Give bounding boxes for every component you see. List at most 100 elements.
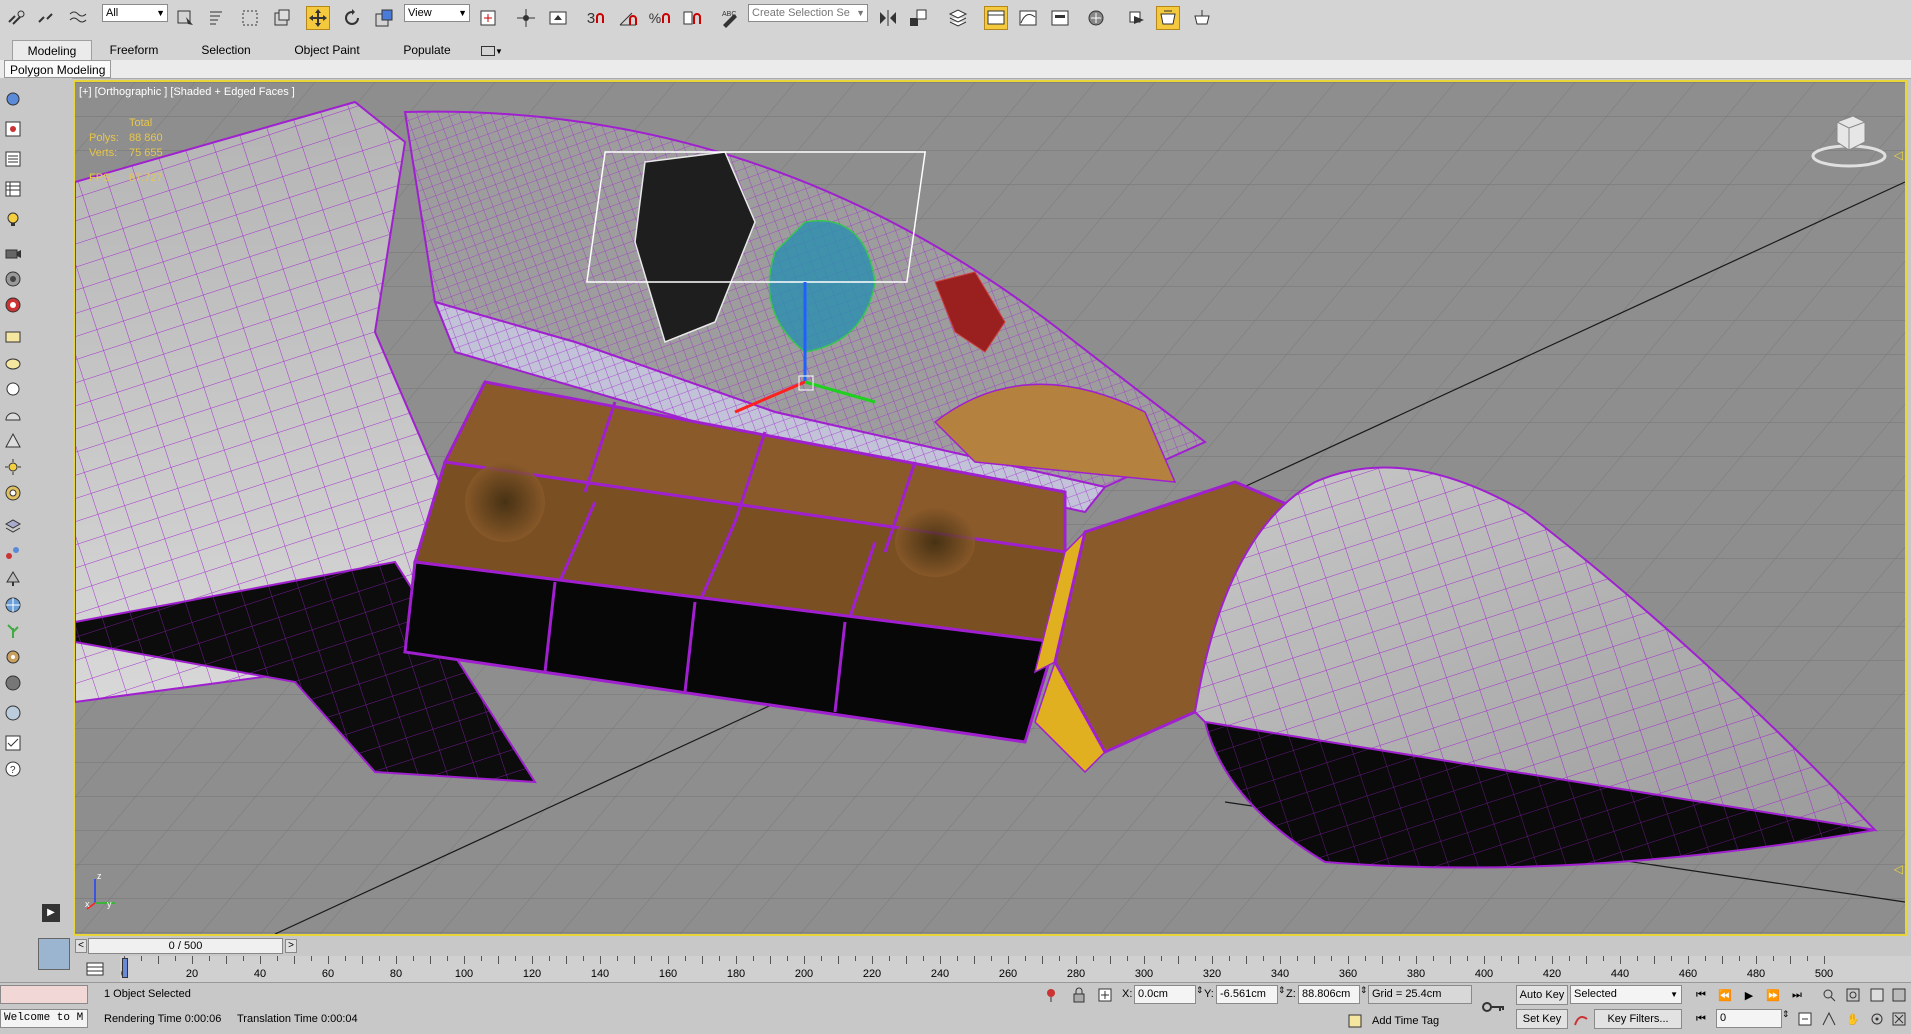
spinner-snap-icon[interactable] (680, 6, 704, 30)
x-coordinate-field[interactable]: 0.0cm (1134, 985, 1196, 1004)
time-slider-thumb[interactable]: 0 / 500 (88, 938, 283, 954)
curve-icon[interactable] (1570, 1009, 1592, 1029)
x-spinner-icon[interactable]: ⇕ (1196, 985, 1204, 996)
select-and-scale-icon[interactable] (372, 6, 396, 30)
dome-icon[interactable] (2, 404, 24, 426)
key-filters-button[interactable]: Key Filters... (1594, 1009, 1682, 1029)
gear-icon[interactable] (2, 646, 24, 668)
tree-icon[interactable] (2, 568, 24, 590)
field-of-view-icon[interactable] (1818, 1009, 1840, 1029)
tab-populate[interactable]: Populate (392, 40, 462, 60)
pivot-center-icon[interactable] (476, 6, 500, 30)
edit-named-selection-icon[interactable]: ABC (718, 6, 742, 30)
absolute-mode-icon[interactable] (1094, 985, 1116, 1005)
camera-icon[interactable] (2, 242, 24, 264)
y-spinner-icon[interactable]: ⇕ (1278, 985, 1286, 996)
helper-icon[interactable] (2, 672, 24, 694)
film-icon[interactable] (2, 294, 24, 316)
bind-space-warp-icon[interactable] (66, 6, 90, 30)
render-setup-icon[interactable] (1124, 6, 1148, 30)
next-frame-icon[interactable]: ⏩ (1762, 985, 1784, 1005)
selection-lock-icon[interactable] (1068, 985, 1090, 1005)
time-configuration-icon[interactable] (1794, 1009, 1816, 1029)
key-icon[interactable] (1480, 997, 1508, 1017)
auto-key-button[interactable]: Auto Key (1516, 985, 1568, 1005)
named-selection-dropdown[interactable]: Create Selection Se ▼ (748, 4, 868, 22)
globe-small-icon[interactable] (2, 702, 24, 724)
key-mode-dropdown[interactable]: Selected ▼ (1570, 985, 1682, 1004)
link-icon[interactable] (4, 6, 28, 30)
checklist-icon[interactable] (2, 732, 24, 754)
viewport-rotate-icon[interactable] (2, 88, 24, 110)
time-slider[interactable]: < 0 / 500 > (73, 938, 1907, 954)
polygon-modeling-tab[interactable]: Polygon Modeling (4, 60, 112, 78)
tab-selection[interactable]: Selection (188, 40, 264, 60)
box-stack-icon[interactable] (2, 516, 24, 538)
selection-filter-dropdown[interactable]: All ▼ (102, 4, 168, 22)
particles-icon[interactable] (2, 542, 24, 564)
material-editor-icon[interactable] (1084, 6, 1108, 30)
select-object-icon[interactable] (174, 6, 198, 30)
grid-panel-icon[interactable] (2, 178, 24, 200)
zoom-all-icon[interactable] (1842, 985, 1864, 1005)
time-slider-prev-button[interactable]: < (75, 939, 87, 953)
sphere-shape-icon[interactable] (2, 378, 24, 400)
trackbar-mini-curve-button[interactable] (84, 958, 106, 980)
isolate-selection-icon[interactable] (1040, 985, 1062, 1005)
window-crossing-icon[interactable] (270, 6, 294, 30)
globe-icon[interactable] (2, 594, 24, 616)
list-panel-icon[interactable] (2, 148, 24, 170)
previous-frame-icon[interactable]: ⏪ (1714, 985, 1736, 1005)
ribbon-options-button[interactable]: ▼ (478, 40, 506, 60)
schematic-view-icon[interactable] (1048, 6, 1072, 30)
sphere-icon[interactable] (2, 268, 24, 290)
play-icon[interactable]: ▶ (1738, 985, 1760, 1005)
add-time-tag[interactable]: Add Time Tag (1372, 1015, 1439, 1027)
snaps-toggle-icon[interactable]: 3 (584, 6, 608, 30)
align-icon[interactable] (906, 6, 930, 30)
curve-editor-icon[interactable] (1016, 6, 1040, 30)
zoom-extents-all-icon[interactable] (1888, 985, 1910, 1005)
sun-icon[interactable] (2, 456, 24, 478)
tab-modeling[interactable]: Modeling (12, 40, 92, 60)
frame-spinner-icon[interactable]: ⇕ (1782, 1009, 1790, 1020)
light-icon[interactable] (2, 208, 24, 230)
pan-view-icon[interactable]: ✋ (1842, 1009, 1864, 1029)
go-to-start-icon[interactable]: ⏮ (1690, 985, 1712, 1005)
mirror-icon[interactable] (876, 6, 900, 30)
circle-shape-icon[interactable] (2, 352, 24, 374)
zoom-extents-icon[interactable] (1866, 985, 1888, 1005)
keyboard-shortcut-override-icon[interactable] (546, 6, 570, 30)
maximize-viewport-icon[interactable] (1888, 1009, 1910, 1029)
current-frame-field[interactable]: 0 (1716, 1009, 1782, 1028)
maxscript-mini-listener[interactable]: Welcome to M (0, 1009, 88, 1028)
plant-icon[interactable] (2, 620, 24, 642)
current-frame-indicator[interactable] (122, 958, 128, 978)
plane-icon[interactable] (2, 326, 24, 348)
tab-object-paint[interactable]: Object Paint (284, 40, 370, 60)
percent-snap-icon[interactable]: % (648, 6, 672, 30)
target-icon[interactable] (2, 482, 24, 504)
rectangular-region-icon[interactable] (238, 6, 262, 30)
angle-snap-icon[interactable] (616, 6, 640, 30)
set-key-button[interactable]: Set Key (1516, 1009, 1568, 1029)
cone-icon[interactable] (2, 430, 24, 452)
z-spinner-icon[interactable]: ⇕ (1360, 985, 1368, 996)
reference-coordinate-dropdown[interactable]: View ▼ (404, 4, 470, 22)
zoom-icon[interactable] (1818, 985, 1840, 1005)
mini-viewport-toggle[interactable] (38, 938, 70, 970)
z-coordinate-field[interactable]: 88.806cm (1298, 985, 1360, 1004)
key-mode-toggle-icon[interactable]: ⏮ (1690, 1009, 1712, 1029)
select-and-manipulate-icon[interactable] (514, 6, 538, 30)
expand-arrow-button[interactable]: ▶ (42, 904, 60, 922)
trackbar[interactable]: 0204060801001201401601802002202402602803… (120, 956, 1911, 982)
graphite-toolset-icon[interactable] (984, 6, 1008, 30)
maxscript-mini-listener-pink[interactable] (0, 985, 88, 1004)
time-slider-next-button[interactable]: > (285, 939, 297, 953)
select-and-rotate-icon[interactable] (340, 6, 364, 30)
render-production-icon[interactable] (1190, 6, 1214, 30)
unlink-icon[interactable] (34, 6, 58, 30)
go-to-end-icon[interactable]: ⏭ (1786, 985, 1808, 1005)
scene-explorer-icon[interactable] (2, 118, 24, 140)
time-tag-icon[interactable] (1344, 1011, 1366, 1031)
